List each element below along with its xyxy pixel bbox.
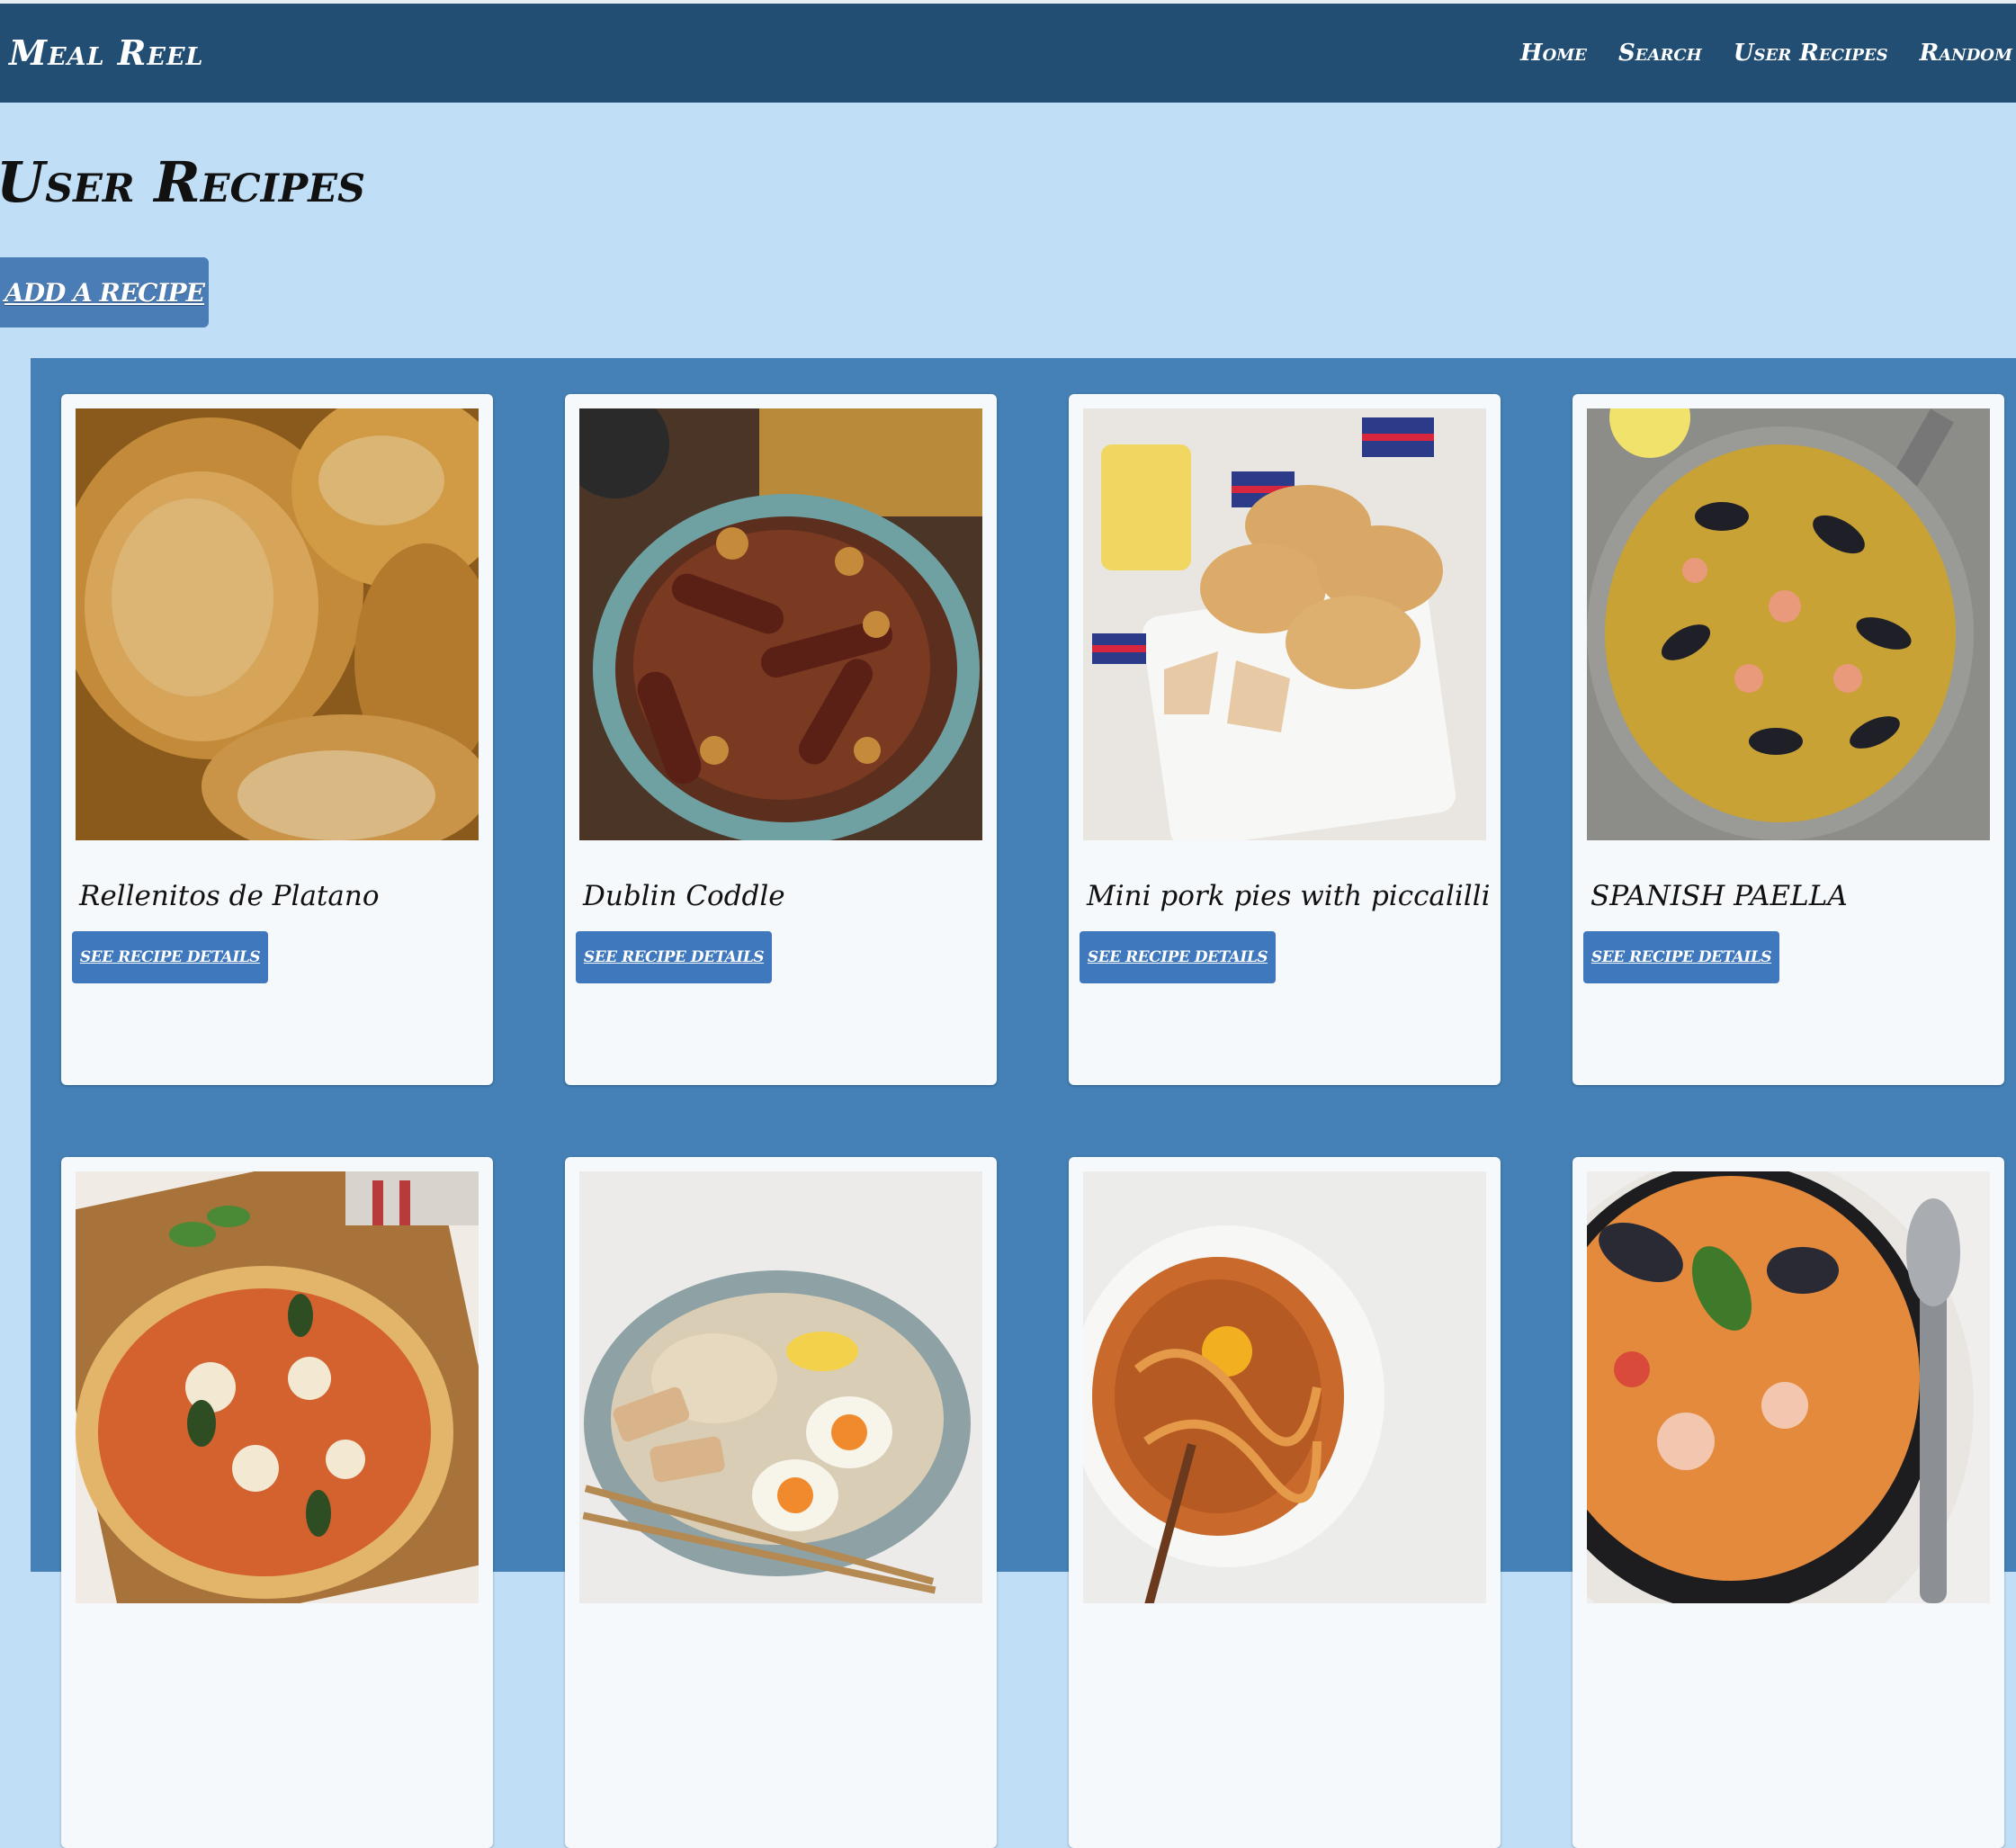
recipe-card (1572, 1157, 2004, 1848)
recipe-card: SPANISH PAELLA SEE RECIPE DETAILS (1572, 394, 2004, 1085)
nav-home[interactable]: Home (1520, 40, 1587, 67)
nav-random-recipe[interactable]: Random Recipe (1920, 40, 2016, 67)
recipe-title: Dublin Coddle (583, 880, 785, 912)
see-recipe-details-button[interactable]: SEE RECIPE DETAILS (1583, 931, 1779, 983)
nav-links: Home Search User Recipes Random Recipe (1520, 40, 2016, 67)
fried-plantain-photo[interactable] (76, 408, 479, 840)
recipe-card: Dublin Coddle SEE RECIPE DETAILS (565, 394, 997, 1085)
top-navbar: Meal Reel Home Search User Recipes Rando… (0, 4, 2016, 103)
recipe-card (61, 1157, 493, 1848)
nav-search[interactable]: Search (1618, 40, 1702, 67)
see-recipe-details-button[interactable]: SEE RECIPE DETAILS (1080, 931, 1276, 983)
recipe-title: Mini pork pies with piccalilli (1087, 880, 1491, 912)
sausage-stew-photo[interactable] (579, 408, 982, 840)
recipe-card: Rellenitos de Platano SEE RECIPE DETAILS (61, 394, 493, 1085)
pizza-photo[interactable] (76, 1171, 479, 1603)
recipe-card (565, 1157, 997, 1848)
ramen-photo[interactable] (579, 1171, 982, 1603)
recipe-title: Rellenitos de Platano (79, 880, 380, 912)
recipe-grid: Rellenitos de Platano SEE RECIPE DETAILS (31, 358, 2016, 1848)
page-title: User Recipes (0, 149, 366, 215)
paella-photo[interactable] (1587, 408, 1990, 840)
recipe-card (1069, 1157, 1501, 1848)
pork-pies-photo[interactable] (1083, 408, 1486, 840)
nav-user-recipes[interactable]: User Recipes (1734, 40, 1888, 67)
see-recipe-details-button[interactable]: SEE RECIPE DETAILS (576, 931, 772, 983)
noodles-photo[interactable] (1083, 1171, 1486, 1603)
see-recipe-details-button[interactable]: SEE RECIPE DETAILS (72, 931, 268, 983)
recipe-card: Mini pork pies with piccalilli SEE RECIP… (1069, 394, 1501, 1085)
seafood-soup-photo[interactable] (1587, 1171, 1990, 1603)
recipe-title: SPANISH PAELLA (1590, 880, 1848, 912)
brand-logo[interactable]: Meal Reel (9, 32, 204, 73)
add-recipe-button[interactable]: ADD A RECIPE (0, 257, 209, 327)
